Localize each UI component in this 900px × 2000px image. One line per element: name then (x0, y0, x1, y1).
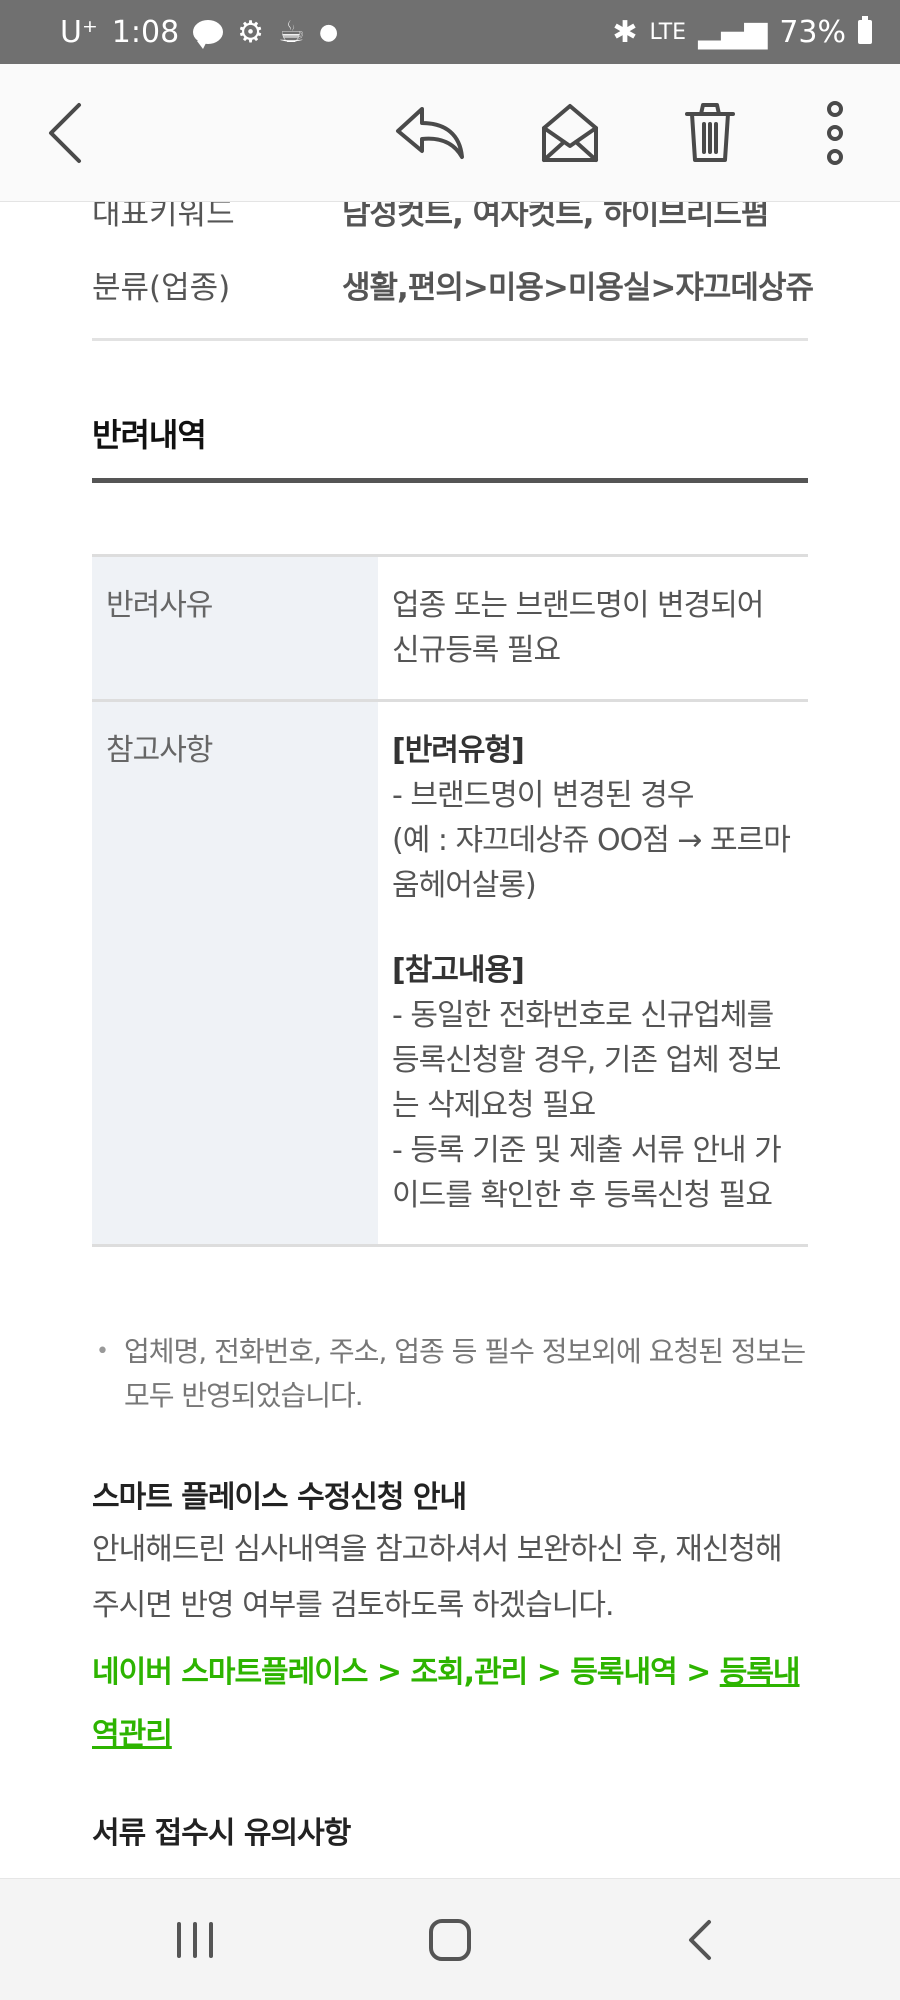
section-divider (92, 478, 808, 483)
signal-icon: ▂▄▆ (698, 14, 768, 50)
table-row: 반려사유 업종 또는 브랜드명이 변경되어 신규등록 필요 (92, 555, 808, 702)
reply-icon (396, 107, 464, 159)
category-row: 분류(업종) 생활,편의>미용>미용실>쟈끄데상쥬 (92, 262, 814, 307)
trash-icon (685, 103, 735, 162)
delete-button[interactable] (670, 64, 750, 202)
notes-label: 참고사항 (92, 700, 378, 1247)
home-button[interactable] (405, 1879, 495, 2000)
divider (92, 338, 808, 341)
talk-notification-icon (193, 20, 224, 49)
reason-value: 업종 또는 브랜드명이 변경되어 신규등록 필요 (378, 555, 808, 702)
open-envelope-icon (542, 104, 598, 162)
nav-back-icon (689, 1920, 711, 1960)
rejection-type-heading: [반려유형] (392, 733, 525, 768)
category-value: 생활,편의>미용>미용실>쟈끄데상쥬 (342, 270, 814, 306)
recent-apps-button[interactable] (150, 1879, 240, 2000)
keyword-label: 대표키워드 (92, 202, 235, 232)
battery-percent: 73% (779, 14, 846, 50)
notes-value: [반려유형] - 브랜드명이 변경된 경우 (예 : 쟈끄데상쥬 OO점 → 포… (378, 700, 808, 1247)
bluetooth-icon: ✱ (612, 14, 638, 50)
path-text: 네이버 스마트플레이스 > 조회,관리 > 등록내역 > (92, 1655, 720, 1690)
back-button[interactable] (30, 64, 100, 202)
more-vertical-icon (827, 101, 843, 165)
app-notification-icon: ⚙ (237, 14, 265, 50)
category-label: 분류(업종) (92, 270, 231, 306)
battery-icon (858, 16, 872, 44)
reference-heading: [참고내용] (392, 953, 525, 988)
table-row: 참고사항 [반려유형] - 브랜드명이 변경된 경우 (예 : 쟈끄데상쥬 OO… (92, 700, 808, 1247)
back-arrow-icon (49, 103, 81, 163)
navigation-bar (0, 1878, 900, 2000)
cup-notification-icon: ☕ (278, 14, 305, 50)
network-type: LTE (649, 19, 687, 45)
reference-line: - 동일한 전화번호로 신규업체를 등록신청할 경우, 기존 업체 정보는 삭제… (392, 998, 781, 1123)
reason-label: 반려사유 (92, 555, 378, 702)
rejection-table: 반려사유 업종 또는 브랜드명이 변경되어 신규등록 필요 참고사항 [반려유형… (92, 554, 808, 1247)
mail-body[interactable]: 대표키워드 남성컷트, 여자컷트, 하이브리드펌 분류(업종) 생활,편의>미용… (0, 202, 900, 1878)
carrier-label: U⁺ (60, 14, 98, 50)
reference-line: - 등록 기준 및 제출 서류 안내 가이드를 확인한 후 등록신청 필요 (392, 1133, 782, 1213)
smart-place-path: 네이버 스마트플레이스 > 조회,관리 > 등록내역 > 등록내역관리 (92, 1642, 808, 1766)
nav-back-button[interactable] (655, 1879, 745, 2000)
home-icon (429, 1919, 471, 1961)
more-notifications-icon: ● (318, 19, 339, 45)
mark-unread-button[interactable] (530, 64, 610, 202)
keyword-row: 대표키워드 남성컷트, 여자컷트, 하이브리드펌 (92, 202, 769, 233)
recent-apps-icon (177, 1922, 213, 1958)
docs-title: 서류 접수시 유의사항 (92, 1816, 351, 1851)
keyword-value: 남성컷트, 여자컷트, 하이브리드펌 (342, 202, 769, 232)
smart-place-body: 안내해드린 심사내역을 참고하셔서 보완하신 후, 재신청해 주시면 반영 여부… (92, 1532, 783, 1623)
reply-button[interactable] (390, 64, 470, 202)
rejection-type-example: (예 : 쟈끄데상쥬 OO점 → 포르마움헤어살롱) (392, 823, 791, 903)
clock: 1:08 (111, 14, 180, 50)
mail-toolbar (0, 64, 900, 202)
more-options-button[interactable] (800, 64, 870, 202)
status-bar: U⁺ 1:08 ⚙ ☕ ● ✱ LTE ▂▄▆ 73% (0, 0, 900, 64)
smart-place-title: 스마트 플레이스 수정신청 안내 (92, 1480, 467, 1515)
info-note: 업체명, 전화번호, 주소, 업종 등 필수 정보외에 요청된 정보는 모두 반… (92, 1330, 808, 1418)
rejection-title: 반려내역 (92, 416, 207, 454)
rejection-type-line: - 브랜드명이 변경된 경우 (392, 778, 694, 813)
